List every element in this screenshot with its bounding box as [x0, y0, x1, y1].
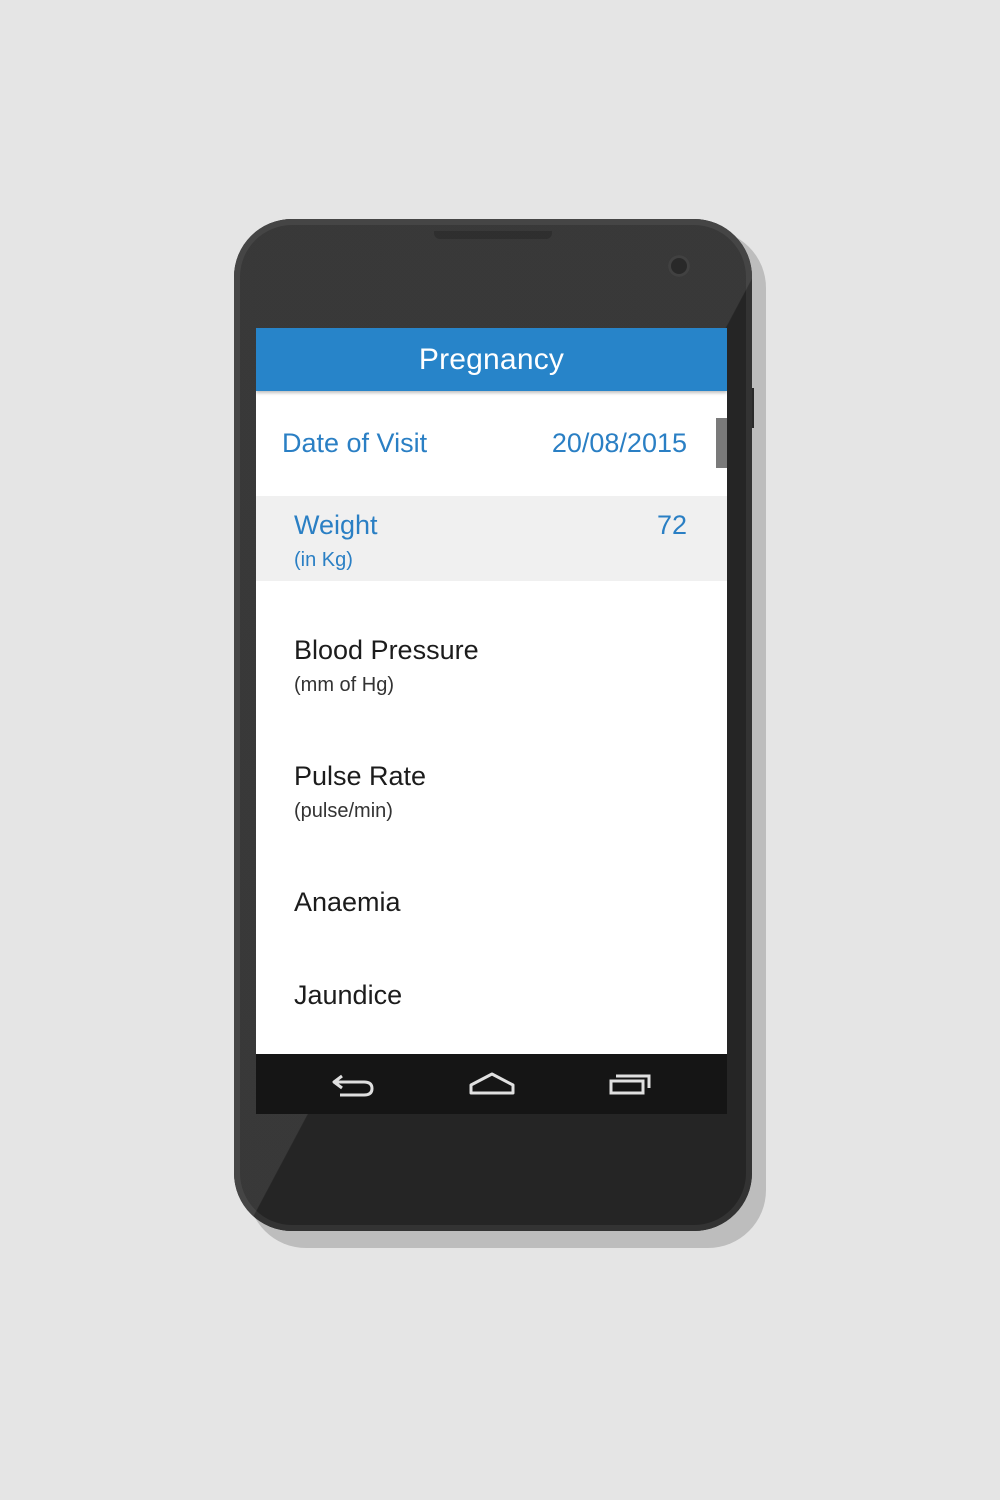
- speaker-grille: [434, 231, 552, 239]
- recent-apps-button[interactable]: [594, 1062, 664, 1106]
- field-unit-blood-pressure: (mm of Hg): [294, 674, 394, 696]
- field-label-anaemia: Anaemia: [294, 887, 401, 917]
- field-label-pulse-rate: Pulse Rate: [294, 761, 427, 791]
- form-content: Date of Visit 20/08/2015 Weight (in Kg) …: [256, 391, 727, 1054]
- phone-screen: Pregnancy Date of Visit 20/08/2015 Weigh…: [256, 328, 727, 1114]
- recent-apps-icon: [609, 1074, 651, 1095]
- field-row-weight[interactable]: Weight (in Kg) 72: [256, 496, 727, 581]
- back-button[interactable]: [320, 1062, 390, 1106]
- date-of-visit-row[interactable]: Date of Visit 20/08/2015: [256, 391, 727, 496]
- field-unit-weight: (in Kg): [294, 549, 353, 571]
- field-label-blood-pressure: Blood Pressure: [294, 635, 479, 665]
- app-title: Pregnancy: [418, 343, 565, 376]
- field-row-pulse-rate[interactable]: Pulse Rate (pulse/min): [256, 747, 727, 837]
- front-camera-icon: [668, 255, 690, 277]
- date-of-visit-value[interactable]: 20/08/2015: [552, 428, 687, 459]
- back-icon: [332, 1074, 374, 1097]
- field-label-jaundice: Jaundice: [294, 980, 403, 1010]
- date-of-visit-label: Date of Visit: [282, 428, 428, 458]
- field-label-weight: Weight: [294, 510, 378, 540]
- field-row-jaundice[interactable]: Jaundice: [256, 966, 727, 1036]
- field-row-anaemia[interactable]: Anaemia: [256, 873, 727, 943]
- app-bar: Pregnancy: [256, 328, 727, 391]
- navigation-bar: [256, 1054, 727, 1114]
- field-unit-pulse-rate: (pulse/min): [294, 800, 393, 822]
- home-button[interactable]: [457, 1062, 527, 1106]
- home-icon: [469, 1072, 515, 1095]
- field-value-weight[interactable]: 72: [657, 510, 687, 541]
- field-row-blood-pressure[interactable]: Blood Pressure (mm of Hg): [256, 621, 727, 711]
